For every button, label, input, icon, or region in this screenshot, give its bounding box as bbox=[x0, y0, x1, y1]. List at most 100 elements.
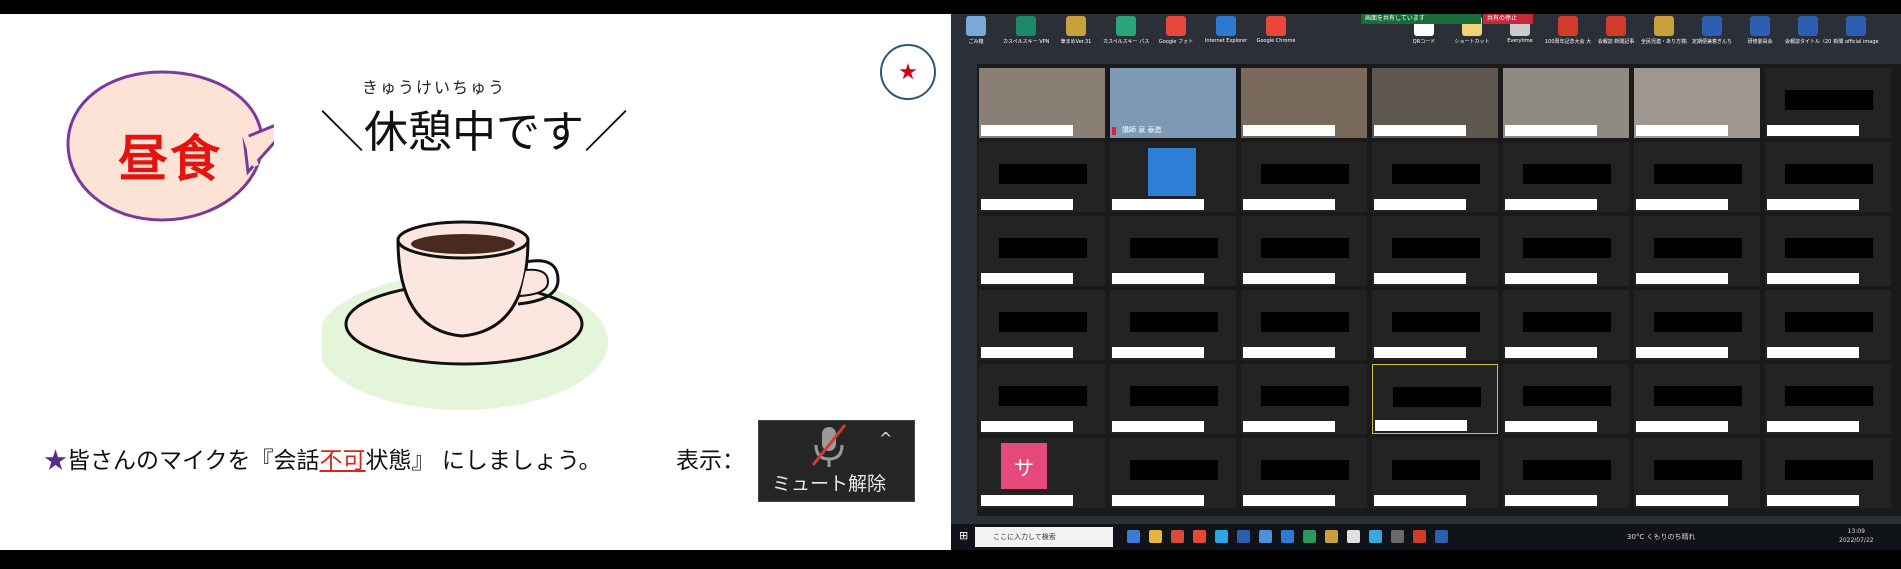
redaction-block bbox=[1261, 312, 1349, 332]
participant-tile[interactable] bbox=[979, 290, 1105, 360]
redaction-block bbox=[1130, 386, 1218, 406]
participant-tile[interactable] bbox=[1372, 290, 1498, 360]
participant-tile[interactable] bbox=[1241, 68, 1367, 138]
app-icon bbox=[1654, 16, 1674, 36]
taskbar-app-icon[interactable] bbox=[1281, 530, 1294, 543]
participant-tile[interactable] bbox=[1110, 364, 1236, 434]
desktop-icon-3[interactable]: カスペルスキー パスワードマネージャー bbox=[1103, 16, 1149, 45]
stop-share-button[interactable]: 共有の停止 bbox=[1483, 14, 1533, 24]
participant-tile[interactable] bbox=[1110, 142, 1236, 212]
desktop-icon-0[interactable]: ごみ箱 bbox=[953, 16, 999, 45]
desktop-icon-right-5[interactable]: 全民児連・あり方検討委員会 bbox=[1641, 16, 1687, 45]
taskbar-app-icon[interactable] bbox=[1391, 530, 1404, 543]
participant-tile[interactable] bbox=[1241, 438, 1367, 508]
desktop-icon-right-8[interactable]: 会報誌タイトル（2021.12.25） bbox=[1785, 16, 1831, 45]
taskbar-app-icon[interactable] bbox=[1127, 530, 1140, 543]
participant-tile[interactable] bbox=[1765, 290, 1891, 360]
participant-tile[interactable] bbox=[1503, 364, 1629, 434]
share-banner: 画面を共有しています bbox=[1361, 14, 1481, 24]
desktop-icon-label: ショートカット bbox=[1454, 39, 1490, 45]
participant-tile[interactable] bbox=[1503, 142, 1629, 212]
participant-tile[interactable]: サ bbox=[979, 438, 1105, 508]
taskbar-app-icon[interactable] bbox=[1347, 530, 1360, 543]
participant-tile[interactable] bbox=[1241, 364, 1367, 434]
participant-tile[interactable] bbox=[1634, 68, 1760, 138]
app-icon bbox=[1016, 16, 1036, 36]
name-redaction bbox=[1636, 199, 1728, 210]
participant-tile[interactable] bbox=[1372, 216, 1498, 286]
participant-tile[interactable] bbox=[1372, 364, 1498, 434]
participant-tile[interactable] bbox=[979, 142, 1105, 212]
participant-tile[interactable] bbox=[1634, 142, 1760, 212]
taskbar-app-icon[interactable] bbox=[1237, 530, 1250, 543]
name-redaction bbox=[1243, 125, 1335, 136]
name-redaction bbox=[1505, 421, 1597, 432]
participant-tile[interactable] bbox=[1241, 290, 1367, 360]
participant-tile[interactable] bbox=[1110, 290, 1236, 360]
taskbar-app-icon[interactable] bbox=[1193, 530, 1206, 543]
participant-tile[interactable] bbox=[979, 216, 1105, 286]
name-redaction bbox=[1505, 273, 1597, 284]
taskbar-app-icon[interactable] bbox=[1149, 530, 1162, 543]
desktop-icon-6[interactable]: Google Chrome bbox=[1253, 16, 1299, 44]
participant-avatar-image bbox=[1148, 148, 1196, 196]
desktop-icon-right-7[interactable]: 研修委員会 bbox=[1737, 16, 1783, 45]
participant-tile[interactable] bbox=[1503, 438, 1629, 508]
redaction-block bbox=[1654, 238, 1742, 258]
taskbar-app-icon[interactable] bbox=[1303, 530, 1316, 543]
participant-tile[interactable]: 講師 泉 泰造 bbox=[1110, 68, 1236, 138]
participant-tile[interactable] bbox=[979, 364, 1105, 434]
clock[interactable]: 13:09 2022/07/22 bbox=[1839, 527, 1874, 545]
participant-tile[interactable] bbox=[1372, 68, 1498, 138]
taskbar-app-icon[interactable] bbox=[1171, 530, 1184, 543]
participant-tile[interactable] bbox=[1241, 216, 1367, 286]
participant-tile[interactable] bbox=[1634, 364, 1760, 434]
participant-tile[interactable] bbox=[1765, 142, 1891, 212]
participant-tile[interactable] bbox=[1634, 438, 1760, 508]
participant-tile[interactable] bbox=[1241, 142, 1367, 212]
participant-tile[interactable] bbox=[1765, 364, 1891, 434]
participant-tile[interactable] bbox=[1110, 438, 1236, 508]
participant-tile[interactable] bbox=[1765, 216, 1891, 286]
name-redaction bbox=[1767, 273, 1859, 284]
taskbar-app-icon[interactable] bbox=[1435, 530, 1448, 543]
participant-tile[interactable] bbox=[1503, 68, 1629, 138]
redaction-block bbox=[1785, 386, 1873, 406]
name-redaction bbox=[1374, 199, 1466, 210]
taskbar-app-icon[interactable] bbox=[1413, 530, 1426, 543]
taskbar-app-icon[interactable] bbox=[1325, 530, 1338, 543]
participant-tile[interactable] bbox=[1372, 438, 1498, 508]
desktop-icon-right-6[interactable]: 定期便兼着ぎんち bbox=[1689, 16, 1735, 45]
desktop-icon-right-9[interactable]: 新聞 official image bbox=[1833, 16, 1879, 45]
name-redaction bbox=[1112, 273, 1204, 284]
participant-tile[interactable] bbox=[1634, 216, 1760, 286]
participant-tile[interactable] bbox=[1503, 290, 1629, 360]
zoom-gallery: 講師 泉 泰造サ bbox=[977, 64, 1901, 516]
taskbar-app-icon[interactable] bbox=[1215, 530, 1228, 543]
participant-tile[interactable] bbox=[1110, 216, 1236, 286]
desktop-icon-right-4[interactable]: 会報誌 新聞記事 bbox=[1593, 16, 1639, 45]
name-redaction bbox=[1243, 495, 1335, 506]
taskbar-app-icon[interactable] bbox=[1369, 530, 1382, 543]
name-redaction bbox=[1767, 421, 1859, 432]
name-redaction bbox=[1767, 125, 1859, 136]
desktop-icon-right-3[interactable]: 100周年記念大会 大会要覧 bbox=[1545, 16, 1591, 45]
desktop-icon-4[interactable]: Google フォト bbox=[1153, 16, 1199, 45]
name-redaction bbox=[981, 421, 1073, 432]
participant-tile[interactable] bbox=[1634, 290, 1760, 360]
taskbar-app-icon[interactable] bbox=[1259, 530, 1272, 543]
taskbar-search[interactable]: ここに入力して検索 bbox=[975, 527, 1113, 547]
participant-tile[interactable] bbox=[1372, 142, 1498, 212]
windows-start-icon[interactable]: ⊞ bbox=[959, 530, 971, 542]
desktop-icon-1[interactable]: カスペルスキー VPN bbox=[1003, 16, 1049, 45]
chevron-up-icon: ^ bbox=[879, 429, 893, 448]
participant-tile[interactable] bbox=[1765, 68, 1891, 138]
participant-tile[interactable] bbox=[1503, 216, 1629, 286]
redaction-block bbox=[1130, 238, 1218, 258]
participant-tile[interactable] bbox=[979, 68, 1105, 138]
participant-tile[interactable] bbox=[1765, 438, 1891, 508]
app-icon bbox=[1166, 16, 1186, 36]
desktop-icon-5[interactable]: Internet Explorer bbox=[1203, 16, 1249, 44]
star-badge: ★ bbox=[880, 44, 936, 100]
desktop-icon-2[interactable]: 筆まめVer.31 bbox=[1053, 16, 1099, 45]
